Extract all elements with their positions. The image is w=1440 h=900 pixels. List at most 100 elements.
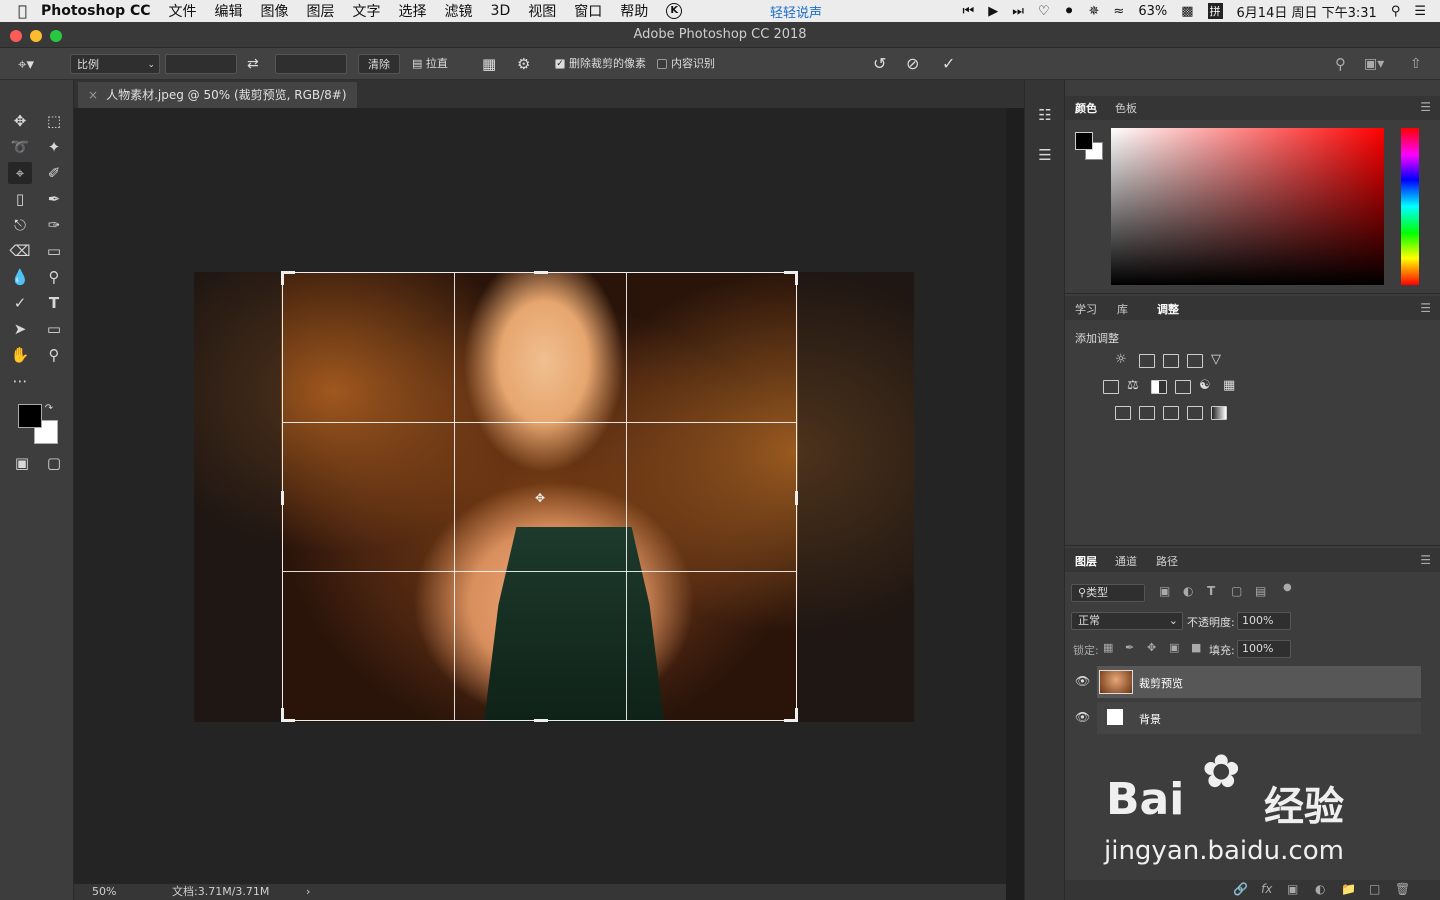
tab-channels[interactable]: 通道: [1115, 553, 1137, 569]
menu-select[interactable]: 选择: [399, 1, 427, 21]
layer-name[interactable]: 背景: [1139, 711, 1161, 727]
straighten-button[interactable]: ▤ 拉直: [412, 54, 448, 74]
battery-text[interactable]: 63%: [1138, 4, 1167, 19]
vibrance-icon[interactable]: ▽: [1211, 352, 1221, 367]
tab-library[interactable]: 库: [1117, 301, 1128, 317]
status-app-label[interactable]: 轻轻说声: [770, 2, 822, 21]
menu-file[interactable]: 文件: [169, 1, 197, 21]
crop-handle-tr-v[interactable]: [795, 271, 798, 285]
dodge-tool-icon[interactable]: ⚲: [42, 266, 66, 288]
blur-tool-icon[interactable]: 💧: [8, 266, 32, 288]
crop-handle-top[interactable]: [534, 271, 548, 274]
layer-filter-select[interactable]: ⚲类型: [1071, 584, 1145, 602]
type-tool-icon[interactable]: T: [42, 292, 66, 314]
layer-name[interactable]: 裁剪预览: [1139, 675, 1183, 691]
close-window-button[interactable]: [10, 30, 22, 42]
reset-icon[interactable]: ↺: [873, 54, 886, 74]
foreground-color-swatch-top[interactable]: [18, 404, 42, 428]
delete-layer-icon[interactable]: 🗑: [1395, 882, 1410, 896]
input-method-icon[interactable]: 拼: [1207, 3, 1223, 19]
crop-box[interactable]: ✥: [281, 271, 798, 722]
opacity-input[interactable]: 100%: [1237, 612, 1291, 630]
brightness-contrast-icon[interactable]: ☼: [1115, 352, 1127, 367]
rectangle-tool-icon[interactable]: ▭: [42, 318, 66, 340]
photo-filter-icon[interactable]: [1175, 380, 1191, 394]
crop-handle-bottom[interactable]: [534, 719, 548, 722]
menu-view[interactable]: 视图: [528, 1, 556, 21]
curves-icon[interactable]: [1163, 354, 1179, 368]
zoom-tool-icon[interactable]: ⚲: [42, 344, 66, 366]
marquee-tool-icon[interactable]: ⬚: [42, 110, 66, 132]
filter-smart-object-icon[interactable]: ▤: [1255, 584, 1266, 598]
swap-icon[interactable]: ⇄: [247, 54, 259, 74]
new-layer-icon[interactable]: □: [1369, 882, 1380, 896]
gradient-tool-icon[interactable]: ▭: [42, 240, 66, 262]
menu-3d[interactable]: 3D: [491, 3, 511, 19]
filter-pixel-icon[interactable]: ▣: [1159, 584, 1170, 598]
menu-window[interactable]: 窗口: [574, 1, 602, 21]
crop-tool-preset-icon[interactable]: ⌖▾: [18, 54, 34, 74]
play-icon[interactable]: ▶: [988, 4, 998, 19]
notification-center-icon[interactable]: ☰: [1414, 4, 1426, 19]
posterize-icon[interactable]: [1139, 406, 1155, 420]
menu-layer[interactable]: 图层: [307, 1, 335, 21]
panel-menu-icon[interactable]: ☰: [1420, 301, 1431, 315]
menu-filter[interactable]: 滤镜: [445, 1, 473, 21]
canvas-area[interactable]: ✥: [74, 108, 1006, 884]
crop-handle-bl-v[interactable]: [281, 708, 284, 722]
content-aware-checkbox[interactable]: 内容识别: [657, 54, 715, 74]
app-menu[interactable]: Photoshop CC: [41, 3, 151, 19]
datetime[interactable]: 6月14日 周日 下午3:31: [1237, 2, 1377, 21]
grid-overlay-icon[interactable]: ▦: [482, 54, 496, 74]
panel-menu-icon[interactable]: ☰: [1420, 100, 1431, 114]
new-adjustment-icon[interactable]: ◐: [1315, 882, 1325, 896]
color-lookup-icon[interactable]: ▦: [1223, 378, 1235, 393]
width-input[interactable]: [165, 54, 237, 74]
properties-panel-icon[interactable]: ☰: [1033, 144, 1057, 166]
cancel-icon[interactable]: ⊘: [906, 54, 919, 74]
history-panel-icon[interactable]: ☷: [1033, 104, 1057, 126]
height-input[interactable]: [275, 54, 347, 74]
menu-help[interactable]: 帮助: [620, 1, 648, 21]
add-mask-icon[interactable]: ▣: [1287, 882, 1298, 896]
tab-color[interactable]: 颜色: [1075, 100, 1097, 116]
lock-all-icon[interactable]: ■: [1191, 641, 1201, 654]
menu-image[interactable]: 图像: [261, 1, 289, 21]
panel-menu-icon[interactable]: ☰: [1420, 553, 1431, 567]
filter-adjustment-icon[interactable]: ◐: [1183, 584, 1193, 598]
screen-mode-icon[interactable]: ▢: [42, 452, 66, 474]
exposure-icon[interactable]: [1187, 354, 1203, 368]
brush-tool-icon[interactable]: ✒: [42, 188, 66, 210]
black-white-icon[interactable]: [1151, 380, 1167, 394]
saturation-brightness-field[interactable]: [1111, 128, 1384, 285]
fx-icon[interactable]: fx: [1261, 882, 1272, 896]
layer-row[interactable]: 👁 裁剪预览: [1075, 666, 1421, 698]
next-track-icon[interactable]: ⏭: [1012, 4, 1024, 19]
tab-paths[interactable]: 路径: [1156, 553, 1178, 569]
status-menu-arrow-icon[interactable]: ›: [306, 884, 310, 900]
wifi-icon[interactable]: ≈: [1113, 4, 1124, 19]
gear-icon[interactable]: ⚙: [517, 54, 530, 74]
hue-slider[interactable]: [1401, 128, 1419, 285]
eye-icon[interactable]: 👁: [1075, 674, 1090, 688]
share-icon[interactable]: ⇧: [1410, 54, 1422, 74]
quick-mask-icon[interactable]: ▣: [10, 452, 34, 474]
invert-icon[interactable]: [1115, 406, 1131, 420]
lock-artboard-icon[interactable]: ▣: [1169, 641, 1179, 654]
levels-icon[interactable]: [1139, 354, 1155, 368]
tab-layers[interactable]: 图层: [1075, 553, 1097, 569]
hand-tool-icon[interactable]: ✋: [8, 344, 32, 366]
path-selection-tool-icon[interactable]: ➤: [8, 318, 32, 340]
tab-swatches[interactable]: 色板: [1115, 100, 1137, 116]
eyedropper-tool-icon[interactable]: ✐: [42, 162, 66, 184]
filter-toggle-icon[interactable]: ●: [1283, 582, 1292, 593]
bell-icon[interactable]: ⚫: [1064, 4, 1075, 19]
layer-row[interactable]: 👁 背景: [1075, 702, 1421, 734]
battery-icon[interactable]: ▩: [1181, 4, 1193, 19]
fill-input[interactable]: 100%: [1237, 640, 1291, 658]
spotlight-icon[interactable]: ⚲: [1391, 4, 1401, 19]
threshold-icon[interactable]: [1163, 406, 1179, 420]
eraser-tool-icon[interactable]: ⌫: [8, 240, 32, 262]
lasso-tool-icon[interactable]: ➰: [8, 136, 32, 158]
clear-button[interactable]: 清除: [358, 54, 400, 74]
